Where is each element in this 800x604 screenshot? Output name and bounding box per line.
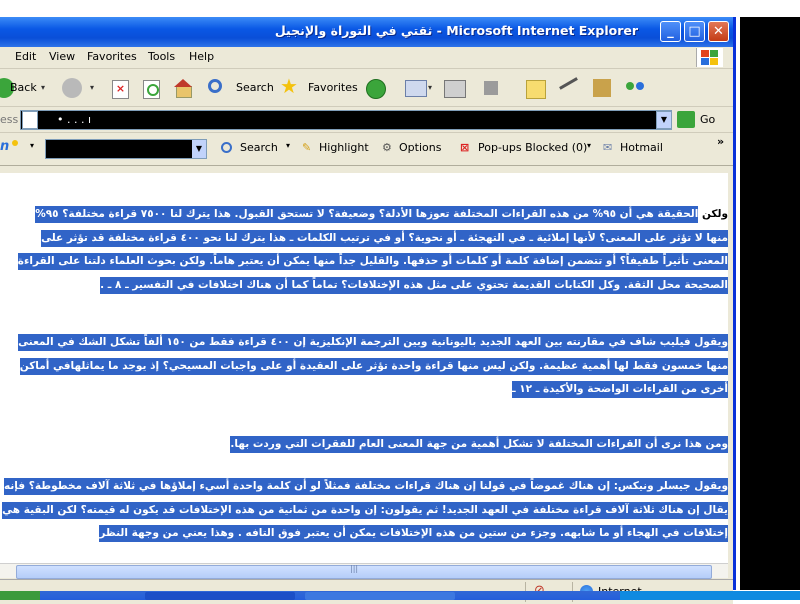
standard-toolbar: Back ▾ ▾ × Search ★ Favorites ▾	[0, 69, 733, 107]
address-bar: ess • . . . ı ▼ Go	[0, 108, 733, 133]
msn-search-chevron-icon[interactable]: ▼	[192, 140, 206, 158]
paragraph-4-text: ويقول جيسلر ونيكس: إن هناك غموضاً في قول…	[2, 478, 728, 542]
favorites-button[interactable]: Favorites	[308, 78, 358, 98]
hotmail-envelope-icon: ✉	[603, 141, 613, 154]
page-icon	[22, 111, 38, 129]
print-icon[interactable]	[444, 80, 466, 98]
msn-search-input[interactable]: ▼	[45, 139, 207, 159]
taskbar-word-button[interactable]	[305, 592, 455, 600]
forward-arrow-icon[interactable]	[62, 78, 82, 98]
menu-view[interactable]: View	[49, 50, 75, 63]
title-bar[interactable]: ثقتي في التوراة والإنجيل - Microsoft Int…	[0, 17, 733, 47]
windows-flag-icon	[696, 48, 723, 67]
mail-icon[interactable]	[405, 80, 427, 97]
msn-logo-icon[interactable]: n	[0, 139, 9, 154]
search-button[interactable]: Search	[236, 78, 274, 98]
research-icon[interactable]	[559, 77, 585, 102]
search-icon[interactable]	[208, 79, 222, 93]
maximize-button[interactable]: □	[684, 21, 705, 42]
msn-butterfly-icon	[12, 140, 18, 146]
favorites-star-icon[interactable]: ★	[280, 76, 298, 96]
address-label: ess	[0, 113, 19, 126]
search-dropdown-chevron-icon[interactable]: ▾	[286, 141, 290, 150]
paragraph-1-lead: ولكن	[701, 208, 728, 220]
paragraph-2: ويقول فيليب شاف في مقارنته بين العهد الج…	[0, 331, 728, 402]
system-tray	[620, 591, 800, 600]
back-dropdown-chevron-icon[interactable]: ▾	[41, 78, 45, 98]
back-button[interactable]: Back	[10, 78, 37, 98]
scrollbar-thumb[interactable]	[16, 565, 712, 579]
paragraph-3: ومن هذا نرى أن القراءات المختلفة لا تشكل…	[0, 433, 728, 457]
taskbar-ie-button[interactable]	[145, 592, 295, 600]
minimize-button[interactable]: _	[660, 21, 681, 42]
links-toolbar: n ▾ ▼ Search ▾ ✎ Highlight ⚙ Options ⊠ P…	[0, 133, 733, 166]
msn-dropdown-chevron-icon[interactable]: ▾	[30, 141, 34, 150]
hotmail-button[interactable]: Hotmail	[620, 141, 663, 154]
messenger-icon[interactable]	[593, 79, 611, 97]
edit-icon[interactable]	[484, 81, 498, 95]
go-arrow-icon[interactable]	[677, 111, 695, 128]
menu-tools[interactable]: Tools	[148, 50, 175, 63]
paragraph-1-text: الحقيقة هي أن ٩٥% من هذه القراءات المختل…	[17, 206, 728, 294]
highlighter-icon: ✎	[302, 141, 312, 154]
address-value: • . . . ı	[57, 113, 92, 126]
stop-icon[interactable]: ×	[112, 80, 129, 99]
window-title: ثقتي في التوراة والإنجيل - Microsoft Int…	[274, 23, 638, 38]
menu-edit[interactable]: Edit	[15, 50, 36, 63]
forward-dropdown-chevron-icon[interactable]: ▾	[90, 78, 94, 98]
address-input[interactable]: • . . . ı	[20, 110, 672, 130]
taskbar	[0, 591, 800, 600]
menu-help[interactable]: Help	[189, 50, 214, 63]
menu-bar: Edit View Favorites Tools Help	[0, 47, 733, 69]
msn-search-button[interactable]: Search	[240, 141, 278, 154]
msn-search-icon[interactable]	[221, 142, 232, 153]
people-icon[interactable]	[626, 79, 646, 97]
desktop-edge	[740, 17, 800, 590]
popup-blocker-icon: ⊠	[460, 141, 470, 154]
home-icon[interactable]	[174, 79, 192, 98]
horizontal-scrollbar[interactable]: |||	[0, 563, 728, 579]
discuss-icon[interactable]	[526, 80, 546, 99]
page-content: ولكن الحقيقة هي أن ٩٥% من هذه القراءات ا…	[0, 173, 728, 563]
start-button[interactable]	[0, 591, 40, 600]
highlight-button[interactable]: Highlight	[319, 141, 369, 154]
paragraph-2-text: ويقول فيليب شاف في مقارنته بين العهد الج…	[18, 334, 728, 398]
ie-window: ثقتي في التوراة والإنجيل - Microsoft Int…	[0, 17, 736, 604]
paragraph-1: ولكن الحقيقة هي أن ٩٥% من هذه القراءات ا…	[10, 203, 728, 297]
close-button[interactable]: ✕	[708, 21, 729, 42]
go-button[interactable]: Go	[700, 113, 715, 126]
popups-dropdown-chevron-icon[interactable]: ▾	[587, 141, 591, 150]
popups-blocked-button[interactable]: Pop-ups Blocked (0)	[478, 141, 587, 154]
paragraph-3-text: ومن هذا نرى أن القراءات المختلفة لا تشكل…	[230, 436, 728, 453]
mail-dropdown-chevron-icon[interactable]: ▾	[428, 78, 432, 98]
options-icon: ⚙	[382, 141, 392, 154]
toolbar-overflow-chevron-icon[interactable]: »	[717, 135, 724, 148]
options-button[interactable]: Options	[399, 141, 441, 154]
paragraph-4: ويقول جيسلر ونيكس: إن هناك غموضاً في قول…	[0, 475, 728, 546]
refresh-icon[interactable]	[143, 80, 160, 99]
menu-favorites[interactable]: Favorites	[87, 50, 137, 63]
scroll-grip-icon: |||	[350, 564, 359, 573]
history-icon[interactable]	[366, 79, 386, 99]
address-dropdown-chevron-icon[interactable]: ▼	[656, 111, 672, 129]
